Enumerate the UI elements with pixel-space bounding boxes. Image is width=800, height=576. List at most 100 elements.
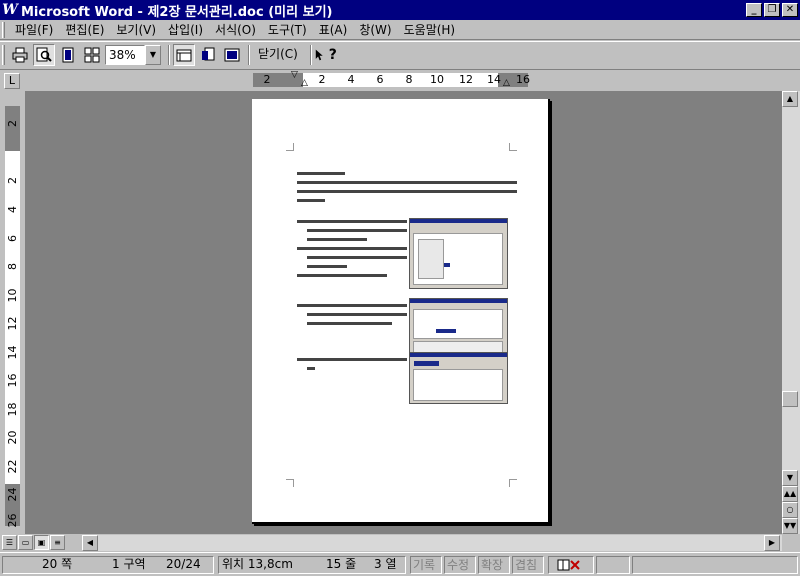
crop-mark bbox=[509, 143, 517, 151]
title-bar[interactable]: W Microsoft Word - 제2장 문서관리.doc (미리 보기) … bbox=[0, 0, 800, 20]
toolbar-grip[interactable] bbox=[2, 44, 5, 65]
status-page-count: 20/24 bbox=[166, 557, 201, 571]
magnifier-icon[interactable] bbox=[33, 43, 55, 66]
crop-mark bbox=[509, 479, 517, 487]
menu-bar: 파일(F) 편집(E) 보기(V) 삽입(I) 서식(O) 도구(T) 표(A)… bbox=[0, 20, 800, 40]
vruler-tick: 6 bbox=[6, 235, 19, 242]
status-ext[interactable]: 확장 bbox=[478, 556, 510, 574]
tab-selector-button[interactable]: L bbox=[4, 73, 20, 89]
print-icon[interactable] bbox=[9, 44, 31, 66]
web-layout-button[interactable]: ▭ bbox=[18, 535, 33, 550]
ruler-tick: 6 bbox=[376, 73, 384, 86]
scroll-up-button[interactable]: ▲ bbox=[782, 91, 798, 107]
vruler-tick: 14 bbox=[6, 345, 19, 360]
menu-tools[interactable]: 도구(T) bbox=[262, 21, 313, 38]
one-page-icon[interactable] bbox=[57, 44, 79, 66]
status-bar: 20 쪽 1 구역 20/24 위치 13,8cm 15 줄 3 열 기록 수정… bbox=[0, 552, 800, 576]
menu-grip[interactable] bbox=[2, 21, 5, 38]
normal-view-button[interactable]: ☰ bbox=[2, 535, 17, 550]
close-preview-button[interactable]: 닫기(C) bbox=[253, 44, 303, 66]
embedded-screenshot bbox=[409, 298, 508, 354]
next-page-button[interactable]: ▼▼ bbox=[782, 518, 798, 534]
ruler-tick: 2 bbox=[318, 73, 326, 86]
vruler-tick: 26 bbox=[6, 513, 19, 528]
menu-help[interactable]: 도움말(H) bbox=[398, 21, 462, 38]
vruler-tick: 20 bbox=[6, 430, 19, 445]
scroll-right-button[interactable]: ▶ bbox=[764, 535, 780, 551]
vruler-tick: 16 bbox=[6, 373, 19, 388]
ruler-tick: 2 bbox=[263, 73, 271, 86]
multiple-pages-icon[interactable] bbox=[81, 44, 103, 66]
print-preview-toolbar: 38% ▼ 닫기(C) ? bbox=[0, 41, 800, 67]
menu-format[interactable]: 서식(O) bbox=[209, 21, 262, 38]
vruler-tick: 24 bbox=[6, 487, 19, 502]
status-line: 15 줄 bbox=[326, 557, 357, 571]
scroll-left-button[interactable]: ◀ bbox=[82, 535, 98, 551]
shrink-to-fit-icon[interactable] bbox=[197, 44, 219, 66]
preview-workspace[interactable] bbox=[25, 91, 782, 534]
horizontal-scroll-row: ☰ ▭ ▣ ≡ ◀ ▶ bbox=[0, 534, 800, 551]
horizontal-ruler[interactable]: 2 2 4 6 8 10 12 14 16 ▽ △ △ bbox=[253, 71, 530, 88]
restore-button[interactable]: ❐ bbox=[764, 3, 780, 17]
word-app-icon[interactable]: W bbox=[2, 2, 18, 18]
vruler-tick: 4 bbox=[6, 206, 19, 213]
status-trk[interactable]: 수정 bbox=[444, 556, 476, 574]
toolbar-separator bbox=[168, 44, 170, 65]
status-empty-panel bbox=[632, 556, 798, 574]
ruler-tick: 8 bbox=[405, 73, 413, 86]
zoom-value[interactable]: 38% bbox=[105, 44, 145, 65]
ruler-tick: 14 bbox=[487, 73, 501, 86]
spelling-status-panel[interactable] bbox=[548, 556, 594, 574]
embedded-screenshot bbox=[409, 218, 508, 289]
status-page: 20 쪽 bbox=[42, 557, 73, 571]
vruler-tick: 2 bbox=[6, 177, 19, 184]
print-layout-button[interactable]: ▣ bbox=[34, 535, 49, 550]
menu-table[interactable]: 표(A) bbox=[313, 21, 354, 38]
vertical-scroll-thumb[interactable] bbox=[782, 391, 798, 407]
vertical-scrollbar[interactable]: ▲ ▼ ▲▲ ○ ▼▼ bbox=[782, 91, 800, 534]
chevron-down-icon[interactable]: ▼ bbox=[145, 44, 161, 65]
status-ovr[interactable]: 겹침 bbox=[512, 556, 544, 574]
crop-mark bbox=[286, 143, 294, 151]
left-indent-marker[interactable]: △ bbox=[301, 79, 308, 88]
vruler-tick: 12 bbox=[6, 316, 19, 331]
previous-page-button[interactable]: ▲▲ bbox=[782, 486, 798, 502]
status-section: 1 구역 bbox=[112, 557, 146, 571]
page-preview[interactable] bbox=[252, 99, 550, 524]
menu-window[interactable]: 창(W) bbox=[353, 21, 397, 38]
view-ruler-icon[interactable] bbox=[173, 43, 195, 66]
ruler-tick: 16 bbox=[516, 73, 530, 86]
status-column: 3 열 bbox=[374, 557, 397, 571]
minimize-button[interactable]: _ bbox=[746, 3, 762, 17]
vruler-tick: 8 bbox=[6, 263, 19, 270]
help-question-mark: ? bbox=[328, 46, 337, 63]
vruler-tick: 2 bbox=[6, 120, 19, 127]
vruler-tick: 10 bbox=[6, 288, 19, 303]
status-rec[interactable]: 기록 bbox=[410, 556, 442, 574]
close-button[interactable]: ✕ bbox=[782, 3, 798, 17]
first-line-indent-marker[interactable]: ▽ bbox=[291, 71, 298, 80]
menu-insert[interactable]: 삽입(I) bbox=[162, 21, 209, 38]
right-indent-marker[interactable]: △ bbox=[503, 79, 510, 88]
embedded-screenshot bbox=[409, 352, 508, 404]
ruler-tick: 4 bbox=[347, 73, 355, 86]
toolbar-separator bbox=[248, 44, 250, 65]
outline-view-button[interactable]: ≡ bbox=[50, 535, 65, 550]
zoom-dropdown[interactable]: 38% ▼ bbox=[105, 44, 161, 65]
context-help-icon[interactable]: ? bbox=[315, 44, 337, 66]
vertical-ruler[interactable]: 2 2 4 6 8 10 12 14 16 18 20 22 24 26 bbox=[5, 106, 20, 528]
scroll-down-button[interactable]: ▼ bbox=[782, 470, 798, 486]
window-title: Microsoft Word - 제2장 문서관리.doc (미리 보기) bbox=[21, 4, 333, 20]
horizontal-ruler-row: L 2 2 4 6 8 10 12 14 16 ▽ △ △ bbox=[0, 69, 800, 91]
vruler-tick: 22 bbox=[6, 459, 19, 474]
menu-file[interactable]: 파일(F) bbox=[9, 21, 59, 38]
full-screen-icon[interactable] bbox=[221, 44, 243, 66]
book-spellcheck-icon[interactable] bbox=[557, 558, 583, 572]
status-empty-panel bbox=[596, 556, 630, 574]
ruler-tick: 10 bbox=[430, 73, 444, 86]
menu-view[interactable]: 보기(V) bbox=[110, 21, 162, 38]
select-browse-object-button[interactable]: ○ bbox=[782, 502, 798, 518]
ruler-tick: 12 bbox=[459, 73, 473, 86]
menu-edit[interactable]: 편집(E) bbox=[59, 21, 110, 38]
horizontal-scrollbar[interactable]: ◀ ▶ bbox=[82, 535, 782, 551]
